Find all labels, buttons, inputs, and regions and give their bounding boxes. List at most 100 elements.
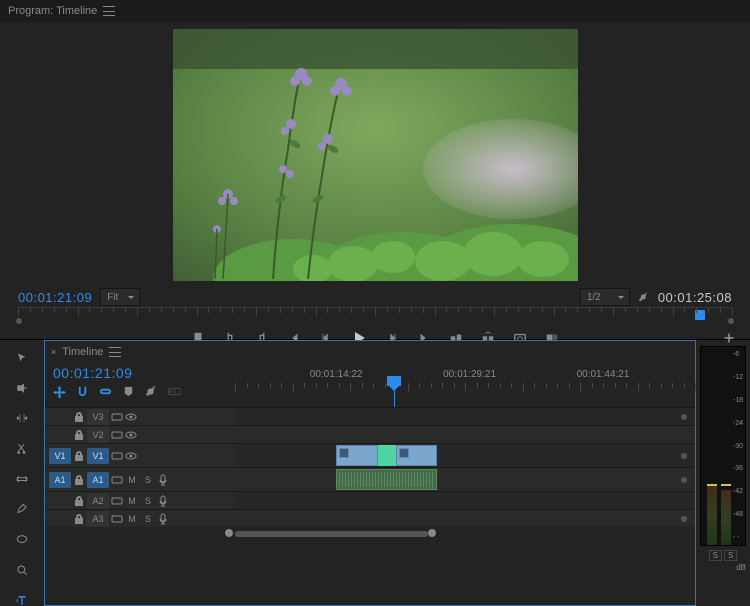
solo-button[interactable]: S	[141, 514, 155, 524]
video-clip-transition[interactable]	[378, 445, 396, 466]
time-ruler[interactable]: 00:01:14:22 00:01:29:21 00:01:44:21	[235, 369, 695, 393]
timeline-menu-icon[interactable]	[109, 347, 121, 357]
toggle-output-icon[interactable]	[111, 429, 123, 441]
razor-tool-icon[interactable]	[13, 443, 31, 455]
lock-icon[interactable]	[73, 495, 85, 507]
marker-add-icon[interactable]	[122, 385, 135, 398]
target-patch-a1[interactable]: A1	[87, 472, 109, 488]
video-clip[interactable]	[396, 445, 437, 466]
lock-icon[interactable]	[73, 429, 85, 441]
scrubber-start-dot[interactable]	[16, 318, 22, 324]
program-tc-current[interactable]: 00:01:21:09	[18, 290, 92, 305]
toggle-output-icon[interactable]	[111, 495, 123, 507]
ripple-edit-tool-icon[interactable]	[13, 412, 31, 424]
fx-badge-icon[interactable]	[399, 448, 409, 458]
zoom-handle-right[interactable]	[428, 529, 436, 537]
linked-selection-icon[interactable]	[99, 385, 112, 398]
track-select-tool-icon[interactable]	[13, 382, 31, 394]
track-header-v3[interactable]: V3	[45, 408, 235, 425]
video-clip[interactable]	[336, 445, 377, 466]
timeline-tab[interactable]: × Timeline	[51, 346, 121, 358]
target-patch-v2[interactable]: V2	[87, 427, 109, 443]
eye-icon[interactable]	[125, 429, 137, 441]
fx-badge-icon[interactable]	[339, 448, 349, 458]
pen-tool-icon[interactable]	[13, 503, 31, 515]
program-scrubber[interactable]	[18, 307, 732, 325]
settings-icon[interactable]	[638, 291, 650, 303]
timeline-settings-icon[interactable]	[145, 385, 158, 398]
panel-menu-icon[interactable]	[103, 6, 115, 16]
target-patch-a2[interactable]: A2	[87, 493, 109, 509]
track-lane-a3[interactable]	[235, 510, 695, 527]
hand-tool-icon[interactable]	[13, 564, 31, 576]
button-editor-icon[interactable]	[722, 331, 736, 345]
toggle-output-icon[interactable]	[111, 474, 123, 486]
track-scroll-dot[interactable]	[681, 414, 687, 420]
target-patch-v1[interactable]: V1	[87, 448, 109, 464]
track-header-a3[interactable]: A3 M S	[45, 510, 235, 527]
mute-button[interactable]: M	[125, 514, 139, 524]
eye-icon[interactable]	[125, 411, 137, 423]
timeline-ruler-area[interactable]: 00:01:14:22 00:01:29:21 00:01:44:21	[235, 363, 695, 407]
snap-icon[interactable]	[76, 385, 89, 398]
lock-icon[interactable]	[73, 450, 85, 462]
audio-meters-panel: -6 -12 -18 -24 -30 -36 -42 -48 - - S S d…	[696, 340, 750, 606]
toggle-output-icon[interactable]	[111, 450, 123, 462]
solo-button[interactable]: S	[141, 475, 155, 485]
caption-track-icon[interactable]	[168, 385, 181, 398]
voiceover-icon[interactable]	[157, 513, 169, 525]
track-header-v2[interactable]: V2	[45, 426, 235, 443]
close-tab-icon[interactable]: ×	[51, 347, 56, 357]
lock-icon[interactable]	[73, 474, 85, 486]
track-lane-a2[interactable]	[235, 492, 695, 509]
zoom-handle-left[interactable]	[225, 529, 233, 537]
selection-tool-icon[interactable]	[13, 352, 31, 364]
track-lane-v3[interactable]	[235, 408, 695, 425]
voiceover-icon[interactable]	[157, 474, 169, 486]
source-patch-v1[interactable]: V1	[49, 448, 71, 464]
program-tab-title[interactable]: Program: Timeline	[8, 5, 97, 17]
program-preview[interactable]	[173, 29, 578, 281]
track-lane-v2[interactable]	[235, 426, 695, 443]
source-patch-v3[interactable]	[49, 409, 71, 425]
audio-clip[interactable]	[336, 469, 437, 490]
track-scroll-dot[interactable]	[681, 516, 687, 522]
track-scroll-dot[interactable]	[681, 477, 687, 483]
target-patch-v3[interactable]: V3	[87, 409, 109, 425]
solo-button[interactable]: S	[141, 496, 155, 506]
track-lane-v1[interactable]	[235, 444, 695, 467]
scrubber-end-dot[interactable]	[728, 318, 734, 324]
mute-button[interactable]: M	[125, 496, 139, 506]
solo-channel-l[interactable]: S	[709, 550, 722, 561]
meter-peak-r	[721, 484, 731, 486]
toggle-output-icon[interactable]	[111, 513, 123, 525]
track-header-a2[interactable]: A2 M S	[45, 492, 235, 509]
timeline-tc[interactable]: 00:01:21:09	[53, 365, 227, 381]
track-scroll-dot[interactable]	[681, 453, 687, 459]
source-patch-a2[interactable]	[49, 493, 71, 509]
audio-meter[interactable]: -6 -12 -18 -24 -30 -36 -42 -48 - -	[700, 346, 746, 546]
type-tool-icon[interactable]	[13, 594, 31, 606]
source-patch-a1[interactable]: A1	[49, 472, 71, 488]
eye-icon[interactable]	[125, 450, 137, 462]
source-patch-a3[interactable]	[49, 511, 71, 527]
meter-channel-l	[707, 486, 717, 545]
zoom-bar[interactable]	[235, 531, 428, 537]
voiceover-icon[interactable]	[157, 495, 169, 507]
target-patch-a3[interactable]: A3	[87, 511, 109, 527]
mute-button[interactable]: M	[125, 475, 139, 485]
rectangle-tool-icon[interactable]	[13, 533, 31, 545]
toggle-output-icon[interactable]	[111, 411, 123, 423]
slip-tool-icon[interactable]	[13, 473, 31, 485]
track-lane-a1[interactable]	[235, 468, 695, 491]
track-header-a1[interactable]: A1 A1 M S	[45, 468, 235, 491]
source-patch-v2[interactable]	[49, 427, 71, 443]
solo-channel-r[interactable]: S	[724, 550, 737, 561]
lock-icon[interactable]	[73, 513, 85, 525]
track-header-v1[interactable]: V1 V1	[45, 444, 235, 467]
resolution-dropdown[interactable]: 1/2	[580, 288, 630, 306]
zoom-dropdown[interactable]: Fit	[100, 288, 140, 306]
zoom-scrollbar[interactable]	[235, 527, 695, 541]
lock-icon[interactable]	[73, 411, 85, 423]
insert-mode-icon[interactable]	[53, 385, 66, 398]
